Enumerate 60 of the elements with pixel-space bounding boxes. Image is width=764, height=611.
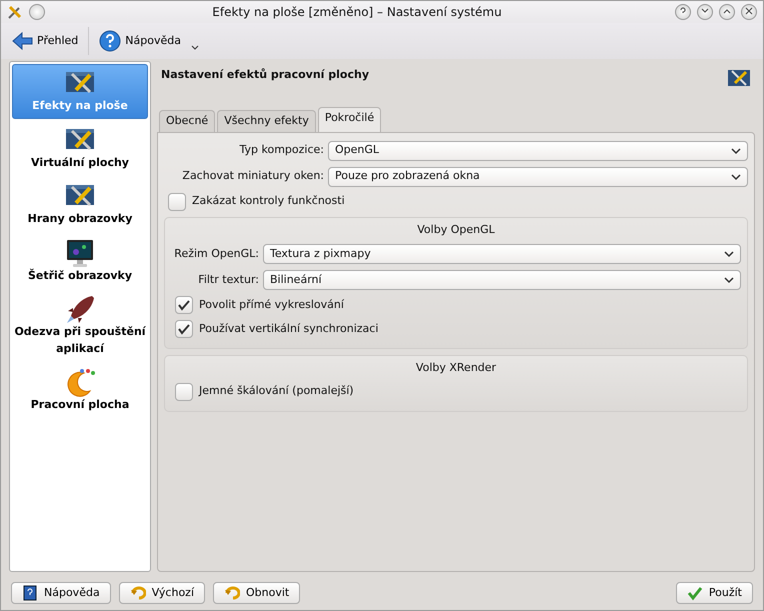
field-label: Typ kompozice: bbox=[238, 142, 324, 158]
close-button[interactable] bbox=[741, 4, 757, 20]
rocket-icon bbox=[64, 294, 96, 324]
field-label: Zachovat miniatury oken: bbox=[181, 168, 324, 184]
tab[interactable]: Obecné bbox=[159, 110, 216, 132]
checkmark-icon bbox=[686, 585, 703, 601]
dropdown[interactable]: Bilineární bbox=[263, 270, 741, 290]
group-title: Volby XRender bbox=[414, 360, 498, 376]
chevron-down-icon bbox=[701, 7, 709, 16]
back-arrow-icon bbox=[11, 30, 33, 52]
reset-button[interactable]: Výchozí bbox=[118, 582, 206, 604]
checkbox-label: Povolit přímé vykreslování bbox=[199, 296, 344, 313]
sidebar-item[interactable]: Odezva při spouštění aplikací bbox=[12, 290, 148, 361]
help-button[interactable]: Nápověda bbox=[11, 582, 111, 604]
tab[interactable]: Pokročilé bbox=[318, 107, 382, 132]
dropdown[interactable]: OpenGL bbox=[328, 140, 748, 160]
field-label: Režim OpenGL: bbox=[173, 246, 259, 262]
monitor-icon bbox=[64, 238, 96, 268]
checkmark-icon bbox=[178, 323, 190, 335]
dropdown[interactable]: Pouze pro zobrazená okna bbox=[328, 166, 748, 186]
dropdown[interactable]: Textura z pixmapy bbox=[263, 244, 741, 264]
group-title: Volby OpenGL bbox=[416, 222, 496, 238]
checkbox[interactable] bbox=[175, 320, 193, 338]
chevron-down-icon bbox=[724, 249, 734, 259]
checkbox-label: Používat vertikální synchronizaci bbox=[199, 320, 378, 337]
chevron-down-icon bbox=[731, 172, 741, 182]
undo-arrow-icon bbox=[224, 585, 240, 601]
maximize-button[interactable] bbox=[719, 4, 735, 20]
sidebar-item[interactable]: Virtuální plochy bbox=[12, 120, 148, 175]
checkbox-label: Jemné škálování (pomalejší) bbox=[199, 383, 354, 400]
help-book-icon bbox=[22, 585, 38, 601]
apply-button[interactable]: Použít bbox=[676, 582, 753, 604]
sidebar-item[interactable]: Hrany obrazovky bbox=[12, 177, 148, 232]
field-label: Filtr textur: bbox=[197, 272, 259, 288]
help-button[interactable]: Nápověda bbox=[97, 28, 183, 54]
chevron-up-icon bbox=[723, 7, 731, 16]
close-icon bbox=[745, 7, 753, 16]
checkbox-label: Zakázat kontroly funkčnosti bbox=[192, 193, 345, 210]
chevron-down-icon bbox=[724, 275, 734, 285]
reset-button[interactable]: Obnovit bbox=[213, 582, 300, 604]
sidebar-item[interactable]: Šetřič obrazovky bbox=[12, 234, 148, 288]
undo-arrow-icon bbox=[130, 585, 146, 601]
page-title: Nastavení efektů pracovní plochy bbox=[161, 67, 369, 83]
checkbox[interactable] bbox=[168, 192, 186, 210]
help-icon bbox=[99, 30, 122, 52]
tab[interactable]: Všechny efekty bbox=[217, 110, 316, 132]
checkmark-icon bbox=[178, 299, 190, 311]
caret-icon bbox=[190, 44, 199, 52]
tools-icon[interactable] bbox=[7, 4, 23, 20]
sidebar-item[interactable]: Pracovní plocha bbox=[12, 363, 148, 418]
window-title: Efekty na ploše [změněno] – Nastavení systému bbox=[211, 4, 503, 21]
checkbox[interactable] bbox=[175, 382, 193, 400]
effects-icon bbox=[727, 67, 751, 89]
minimize-button[interactable] bbox=[697, 4, 713, 20]
help-button[interactable] bbox=[675, 4, 691, 20]
checkbox[interactable] bbox=[175, 296, 193, 314]
back-button[interactable]: Přehled bbox=[9, 28, 80, 54]
chevron-down-icon bbox=[731, 146, 741, 156]
question-mark-icon bbox=[679, 7, 687, 16]
pin-button[interactable] bbox=[29, 4, 45, 20]
